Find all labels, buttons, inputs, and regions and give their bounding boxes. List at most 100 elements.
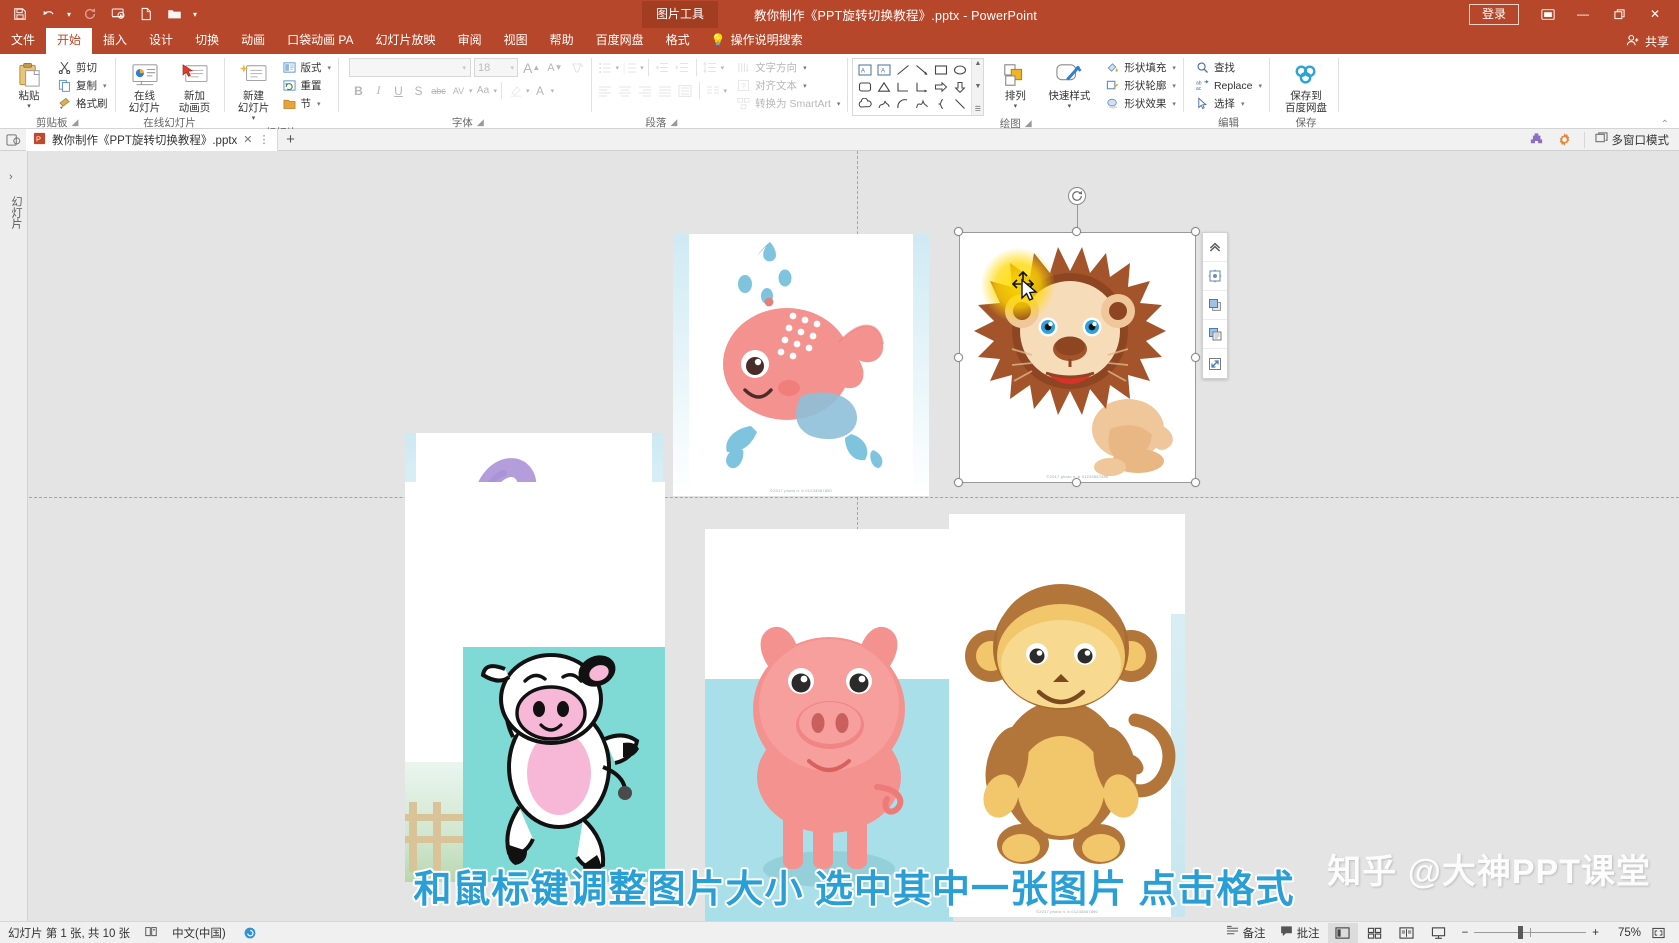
align-text-button[interactable]: 字 对齐文本 ▾: [733, 77, 843, 94]
shapes-gallery[interactable]: A A ▲ ▼ ☰: [852, 58, 985, 116]
font-dialog-launcher-icon[interactable]: ◢: [477, 117, 484, 128]
save-icon[interactable]: [6, 2, 34, 26]
numbering-icon[interactable]: 123: [620, 58, 639, 77]
font-size-dropdown-icon[interactable]: ▾: [511, 64, 515, 72]
share-button[interactable]: 共享: [1626, 33, 1669, 50]
arrange-button[interactable]: 排列 ▾: [990, 58, 1040, 113]
clear-formatting-icon[interactable]: [568, 58, 587, 77]
cut-button[interactable]: 剪切: [54, 59, 111, 76]
text-shadow-button[interactable]: S: [409, 81, 428, 100]
align-left-icon[interactable]: [596, 81, 615, 100]
align-right-icon[interactable]: [636, 81, 655, 100]
paste-dropdown-icon[interactable]: ▾: [27, 101, 31, 113]
signin-button[interactable]: 登录: [1468, 3, 1519, 25]
shape-effects-dropdown-icon[interactable]: ▾: [1172, 100, 1176, 108]
line-spacing-dropdown-icon[interactable]: ▾: [721, 64, 725, 72]
shape-right-arrow-icon[interactable]: [931, 78, 950, 95]
shape-brace-icon[interactable]: [931, 96, 950, 113]
zoom-out-button[interactable]: −: [1462, 927, 1469, 939]
shape-outline-button[interactable]: 形状轮廓 ▾: [1102, 77, 1179, 94]
font-name-dropdown-icon[interactable]: ▾: [463, 64, 467, 72]
shape-cloud-callout-icon[interactable]: [855, 96, 874, 113]
slide-count-label[interactable]: 幻灯片 第 1 张, 共 10 张: [8, 925, 130, 941]
undo-dropdown-icon[interactable]: ▾: [62, 2, 76, 26]
italic-button[interactable]: I: [369, 81, 388, 100]
replace-button[interactable]: ab ac Replace ▾: [1192, 77, 1265, 94]
tab-format[interactable]: 格式: [655, 28, 701, 54]
new-slide-button[interactable]: 新建 幻灯片 ▾: [229, 58, 279, 125]
paragraph-dialog-launcher-icon[interactable]: ◢: [670, 117, 677, 128]
character-spacing-button[interactable]: AV: [449, 81, 468, 100]
close-tab-icon[interactable]: ✕: [243, 133, 252, 146]
accessibility-icon[interactable]: [144, 925, 158, 941]
add-animation-page-button[interactable]: 新加 动画页: [170, 58, 220, 114]
selection-handle-ne[interactable]: [1191, 227, 1200, 236]
line-spacing-icon[interactable]: [701, 58, 720, 77]
bring-forward-icon[interactable]: [1203, 291, 1227, 320]
character-spacing-dropdown-icon[interactable]: ▾: [469, 87, 473, 95]
selection-handle-n[interactable]: [1072, 227, 1081, 236]
shape-line-icon[interactable]: [893, 61, 912, 78]
tab-design[interactable]: 设计: [138, 28, 184, 54]
underline-button[interactable]: U: [389, 81, 408, 100]
tab-help[interactable]: 帮助: [539, 28, 585, 54]
align-center-icon[interactable]: [1203, 262, 1227, 291]
new-tab-button[interactable]: +: [278, 129, 304, 151]
text-highlight-dropdown-icon[interactable]: ▾: [526, 87, 530, 95]
shrink-font-button[interactable]: A ▼: [545, 58, 564, 77]
sogou-ime-icon[interactable]: [240, 923, 260, 943]
shape-vertical-text-icon[interactable]: A: [874, 61, 893, 78]
bullets-icon[interactable]: [596, 58, 615, 77]
format-painter-button[interactable]: 格式刷: [54, 95, 111, 112]
columns-icon[interactable]: [704, 81, 723, 100]
layout-dropdown-icon[interactable]: ▾: [328, 64, 332, 72]
zoom-track[interactable]: [1474, 926, 1587, 939]
numbering-dropdown-icon[interactable]: ▾: [640, 64, 644, 72]
change-case-dropdown-icon[interactable]: ▾: [494, 87, 498, 95]
tab-slideshow[interactable]: 幻灯片放映: [365, 28, 447, 54]
size-and-position-icon[interactable]: [1203, 349, 1227, 378]
selection-handle-sw[interactable]: [954, 478, 963, 487]
language-label[interactable]: 中文(中国): [172, 925, 226, 941]
tab-file[interactable]: 文件: [0, 28, 46, 54]
grow-font-button[interactable]: A ▲: [521, 58, 542, 77]
zoom-in-button[interactable]: +: [1592, 927, 1599, 939]
columns-dropdown-icon[interactable]: ▾: [724, 87, 728, 95]
select-dropdown-icon[interactable]: ▾: [1241, 100, 1245, 108]
zoom-slider[interactable]: − +: [1456, 926, 1605, 939]
picture-floating-toolbar[interactable]: [1202, 232, 1228, 379]
bold-button[interactable]: B: [349, 81, 368, 100]
shape-effects-button[interactable]: 形状效果 ▾: [1102, 95, 1179, 112]
multi-window-mode-button[interactable]: 多窗口模式: [1583, 131, 1669, 148]
tell-me-search[interactable]: 💡 操作说明搜索: [701, 26, 813, 54]
picture-monkey[interactable]: ©2017 photo n. b 01234567890: [949, 514, 1185, 917]
shape-curve-icon[interactable]: [912, 96, 931, 113]
reading-view-button[interactable]: [1392, 923, 1422, 943]
distribute-icon[interactable]: [676, 81, 695, 100]
slide-panel-collapsed[interactable]: › 幻灯片: [0, 151, 28, 921]
shape-arc-icon[interactable]: [893, 96, 912, 113]
replace-dropdown-icon[interactable]: ▾: [1258, 82, 1262, 90]
copy-button[interactable]: 复制 ▾: [54, 77, 111, 94]
shapes-gallery-scrollbar[interactable]: ▲ ▼ ☰: [971, 59, 984, 115]
customize-qat-icon[interactable]: ▾: [188, 2, 202, 26]
minimize-button[interactable]: —: [1565, 0, 1601, 28]
comments-button[interactable]: 批注: [1274, 923, 1326, 943]
collapse-ribbon-icon[interactable]: ⌃: [1661, 119, 1669, 130]
shape-freeform-icon[interactable]: [874, 96, 893, 113]
text-direction-dropdown-icon[interactable]: ▾: [803, 64, 807, 72]
layout-button[interactable]: 版式 ▾: [279, 59, 335, 76]
new-file-icon[interactable]: [132, 2, 160, 26]
notes-button[interactable]: 备注: [1220, 923, 1272, 943]
close-button[interactable]: ✕: [1637, 0, 1673, 28]
tab-review[interactable]: 审阅: [447, 28, 493, 54]
section-button[interactable]: 节 ▾: [279, 95, 335, 112]
picture-whale[interactable]: ©2017 photo n. b 01234567890: [673, 234, 929, 496]
slide-canvas[interactable]: ©2017 photo n. b 01234567890 ©2017 photo…: [29, 151, 1679, 921]
layout-options-icon[interactable]: [1203, 233, 1227, 262]
tab-home[interactable]: 开始: [46, 28, 93, 54]
document-tab[interactable]: P 教你制作《PPT旋转切换教程》.pptx ✕ ⋮: [26, 128, 278, 151]
shape-line2-icon[interactable]: [950, 96, 969, 113]
find-button[interactable]: 查找: [1192, 59, 1265, 76]
bullets-dropdown-icon[interactable]: ▾: [616, 64, 620, 72]
